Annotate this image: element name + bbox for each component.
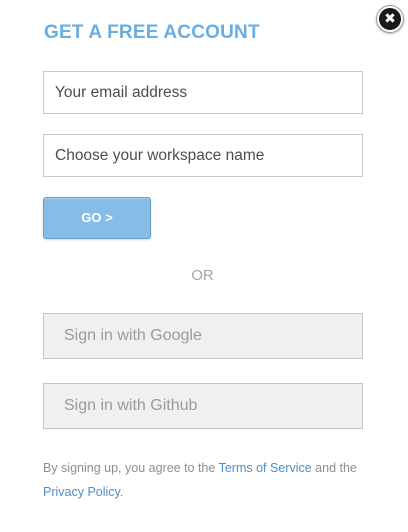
sign-in-google-button[interactable]: Sign in with Google [43, 313, 363, 359]
terms-suffix: . [119, 485, 124, 499]
or-divider: OR [191, 267, 214, 284]
page-title: GET A FREE ACCOUNT [44, 22, 260, 43]
workspace-name-field[interactable] [43, 134, 363, 177]
terms-notice: By signing up, you agree to the Terms of… [43, 456, 373, 504]
go-button[interactable]: GO > [43, 197, 151, 239]
privacy-policy-link[interactable]: Privacy Policy [43, 485, 120, 499]
terms-middle: and the [311, 461, 357, 475]
terms-of-service-link[interactable]: Terms of Service [219, 461, 312, 475]
sign-in-github-button[interactable]: Sign in with Github [43, 383, 363, 429]
terms-prefix: By signing up, you agree to the [43, 461, 219, 475]
close-icon[interactable]: ✖ [377, 6, 403, 32]
email-field[interactable] [43, 71, 363, 114]
